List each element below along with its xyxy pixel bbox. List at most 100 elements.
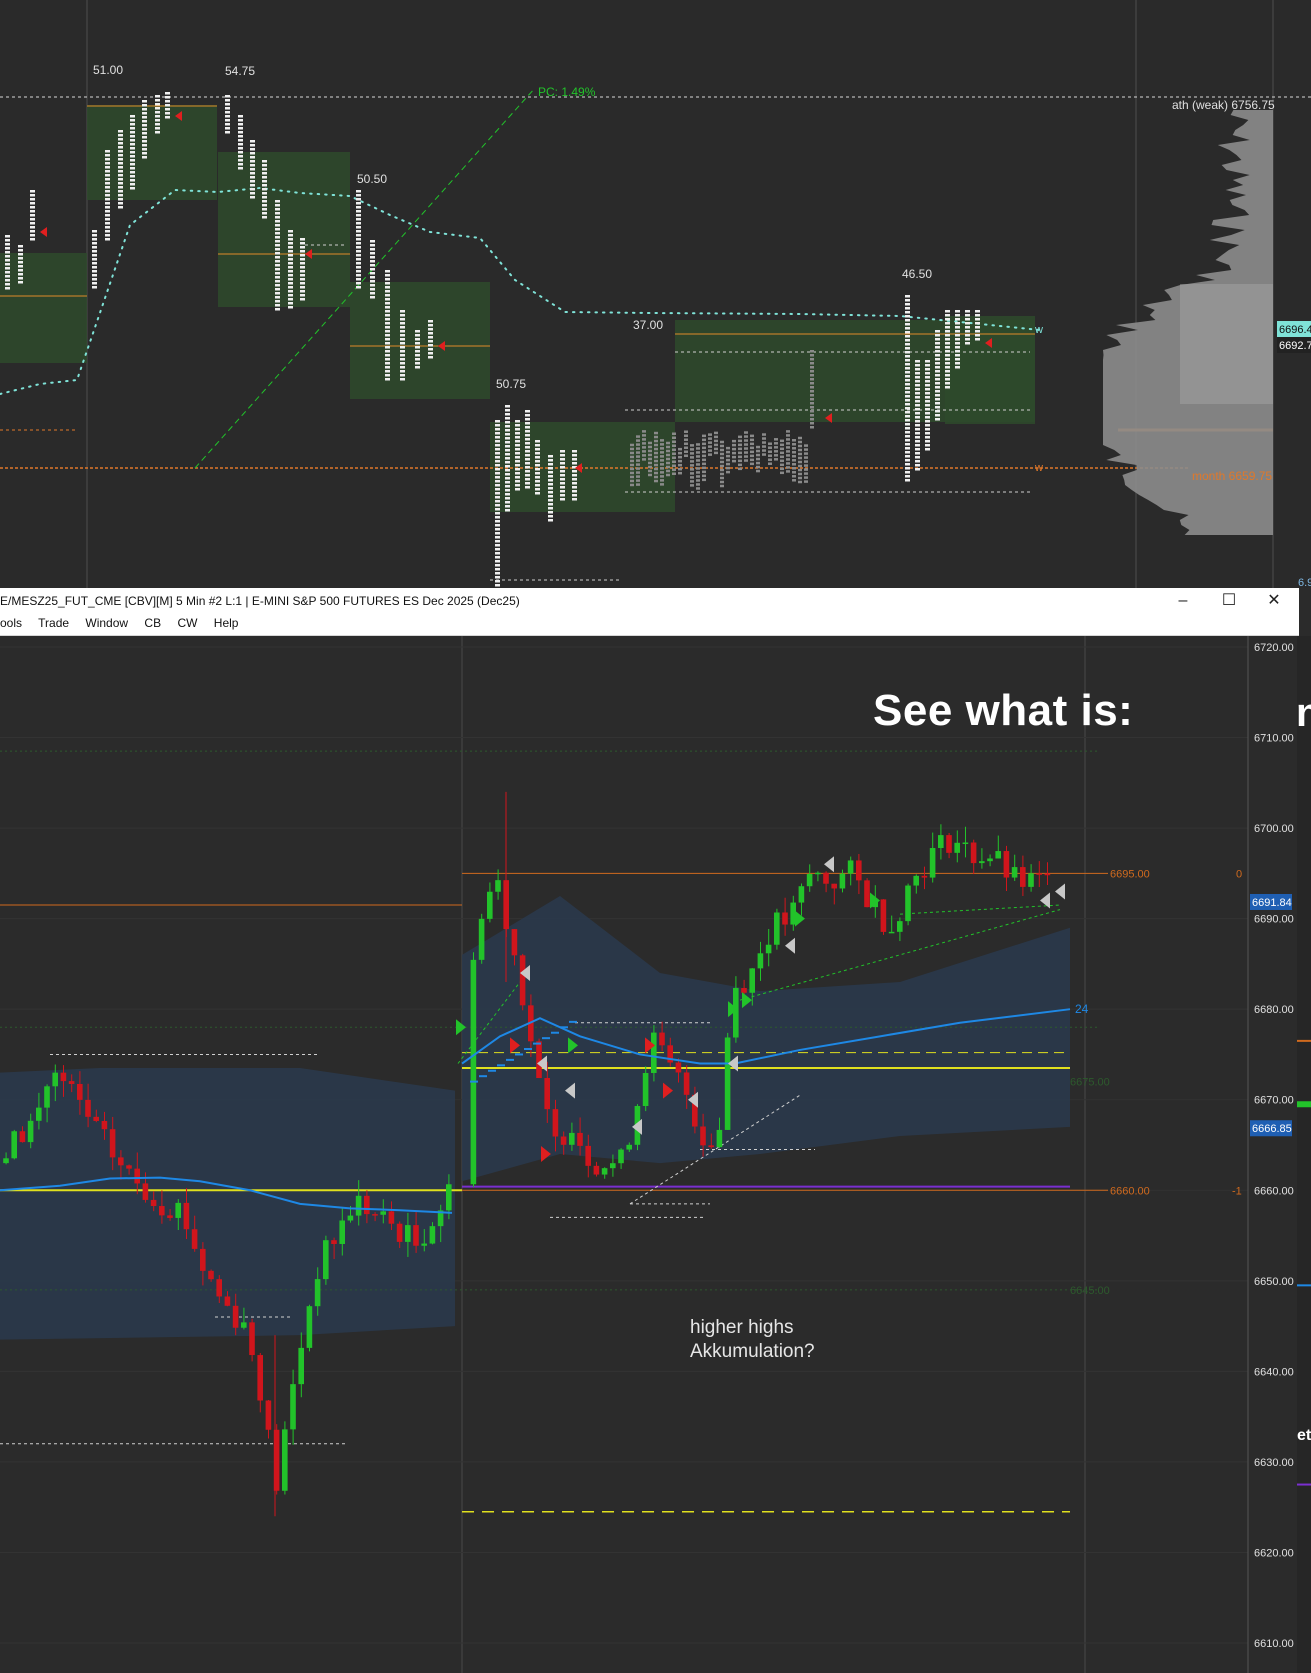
tpo-letter-mark <box>385 290 390 293</box>
tpo-letter-mark <box>572 450 577 453</box>
tpo-letter-mark <box>275 244 280 247</box>
tpo-grey-mark <box>630 483 634 487</box>
tpo-grey-mark <box>798 464 802 468</box>
tpo-grey-mark <box>786 454 790 457</box>
tpo-letter-mark <box>905 415 910 418</box>
tpo-grey-mark <box>690 464 694 467</box>
tpo-letter-mark <box>915 440 920 443</box>
tpo-letter-mark <box>370 260 375 263</box>
tpo-letter-mark <box>385 326 390 329</box>
annotation-line-2: Akkumulation? <box>690 1341 815 1362</box>
tpo-grey-mark <box>690 468 694 471</box>
tpo-letter-mark <box>525 446 530 449</box>
tpo-letter-mark <box>935 374 940 377</box>
tpo-letter-mark <box>30 218 35 221</box>
candle-body <box>68 1081 75 1084</box>
tpo-letter-mark <box>525 438 530 441</box>
tpo-letter-mark <box>385 374 390 377</box>
tpo-letter-mark <box>250 188 255 191</box>
tpo-letter-mark <box>155 131 160 134</box>
tpo-grey-mark <box>720 460 724 464</box>
tpo-grey-mark <box>792 447 796 450</box>
menu-item-cw[interactable]: CW <box>177 616 197 630</box>
tpo-letter-mark <box>155 99 160 102</box>
tpo-letter-mark <box>428 344 433 347</box>
tpo-letter-mark <box>548 499 553 502</box>
tpo-grey-mark <box>810 354 814 357</box>
tpo-letter-mark <box>935 342 940 345</box>
tpo-letter-mark <box>548 495 553 498</box>
tpo-letter-mark <box>965 342 970 345</box>
tpo-letter-mark <box>495 564 500 567</box>
menu-item-tools[interactable]: ools <box>0 616 22 630</box>
tpo-letter-mark <box>925 364 930 367</box>
tpo-letter-mark <box>945 350 950 353</box>
close-button[interactable]: ✕ <box>1259 590 1289 612</box>
tpo-letter-mark <box>415 366 420 369</box>
tpo-grey-mark <box>660 483 664 486</box>
axis-tick-label: 6640.00 <box>1254 1366 1294 1378</box>
tpo-letter-mark <box>300 246 305 249</box>
tpo-letter-mark <box>505 489 510 492</box>
candle-body <box>134 1168 140 1184</box>
tpo-letter-mark <box>905 375 910 378</box>
tpo-letter-mark <box>495 520 500 523</box>
tpo-letter-mark <box>535 480 540 483</box>
tpo-letter-mark <box>905 335 910 338</box>
tpo-grey-mark <box>714 435 718 439</box>
candlestick-chart[interactable]: 6695.00 6660.00 6675.00 6645.00 0 -1 24 6720.00… <box>0 636 1311 1673</box>
tpo-grey-mark <box>750 438 754 442</box>
chart-window-titlebar[interactable]: E/MESZ25_FUT_CME [CBV][M] 5 Min #2 L:1 |… <box>0 588 1299 636</box>
tpo-letter-mark <box>130 139 135 142</box>
axis-tick-label: 6630.00 <box>1254 1457 1294 1469</box>
tpo-letter-mark <box>356 210 361 213</box>
tpo-letter-mark <box>105 190 110 193</box>
tpo-letter-mark <box>905 463 910 466</box>
tpo-letter-mark <box>300 294 305 297</box>
tpo-profile-chart[interactable]: 51.00 54.75 50.50 46.50 37.00 50.75 PC: 1.49% a… <box>0 0 1311 588</box>
candle-body <box>150 1199 157 1207</box>
maximize-button[interactable]: ☐ <box>1214 590 1244 612</box>
menu-item-help[interactable]: Help <box>214 616 239 630</box>
tpo-letter-mark <box>300 242 305 245</box>
tpo-letter-mark <box>250 144 255 147</box>
tpo-letter-mark <box>18 281 23 284</box>
tpo-letter-mark <box>975 322 980 325</box>
tpo-grey-mark <box>726 446 730 450</box>
tpo-letter-mark <box>130 127 135 130</box>
tpo-letter-mark <box>356 218 361 221</box>
tpo-letter-mark <box>92 230 97 233</box>
tpo-letter-mark <box>155 115 160 118</box>
tpo-letter-mark <box>400 322 405 325</box>
candle-body <box>585 1145 591 1166</box>
candle-body <box>314 1279 321 1307</box>
tpo-grey-mark <box>744 447 748 450</box>
tpo-grey-mark <box>810 390 814 393</box>
tpo-letter-mark <box>935 398 940 401</box>
tpo-letter-mark <box>385 278 390 281</box>
candle-body <box>970 842 977 864</box>
tpo-letter-mark <box>905 395 910 398</box>
tpo-letter-mark <box>495 540 500 543</box>
tpo-grey-mark <box>786 462 790 465</box>
tpo-letter-mark <box>925 408 930 411</box>
tpo-letter-mark <box>905 299 910 302</box>
tpo-letter-mark <box>288 254 293 257</box>
tpo-letter-mark <box>525 454 530 457</box>
tpo-grey-mark <box>702 454 706 458</box>
tpo-letter-mark <box>905 351 910 354</box>
minimize-button[interactable]: – <box>1168 590 1198 612</box>
tpo-grey-mark <box>720 484 724 488</box>
tpo-grey-mark <box>732 447 736 451</box>
tpo-letter-mark <box>400 314 405 317</box>
tpo-letter-mark <box>535 468 540 471</box>
tpo-letter-mark <box>300 250 305 253</box>
menu-item-window[interactable]: Window <box>85 616 128 630</box>
tpo-letter-mark <box>130 159 135 162</box>
menu-item-cb[interactable]: CB <box>144 616 161 630</box>
tpo-letter-mark <box>92 238 97 241</box>
tpo-letter-mark <box>560 482 565 485</box>
tpo-letter-mark <box>400 330 405 333</box>
tpo-letter-mark <box>165 96 170 99</box>
menu-item-trade[interactable]: Trade <box>38 616 69 630</box>
